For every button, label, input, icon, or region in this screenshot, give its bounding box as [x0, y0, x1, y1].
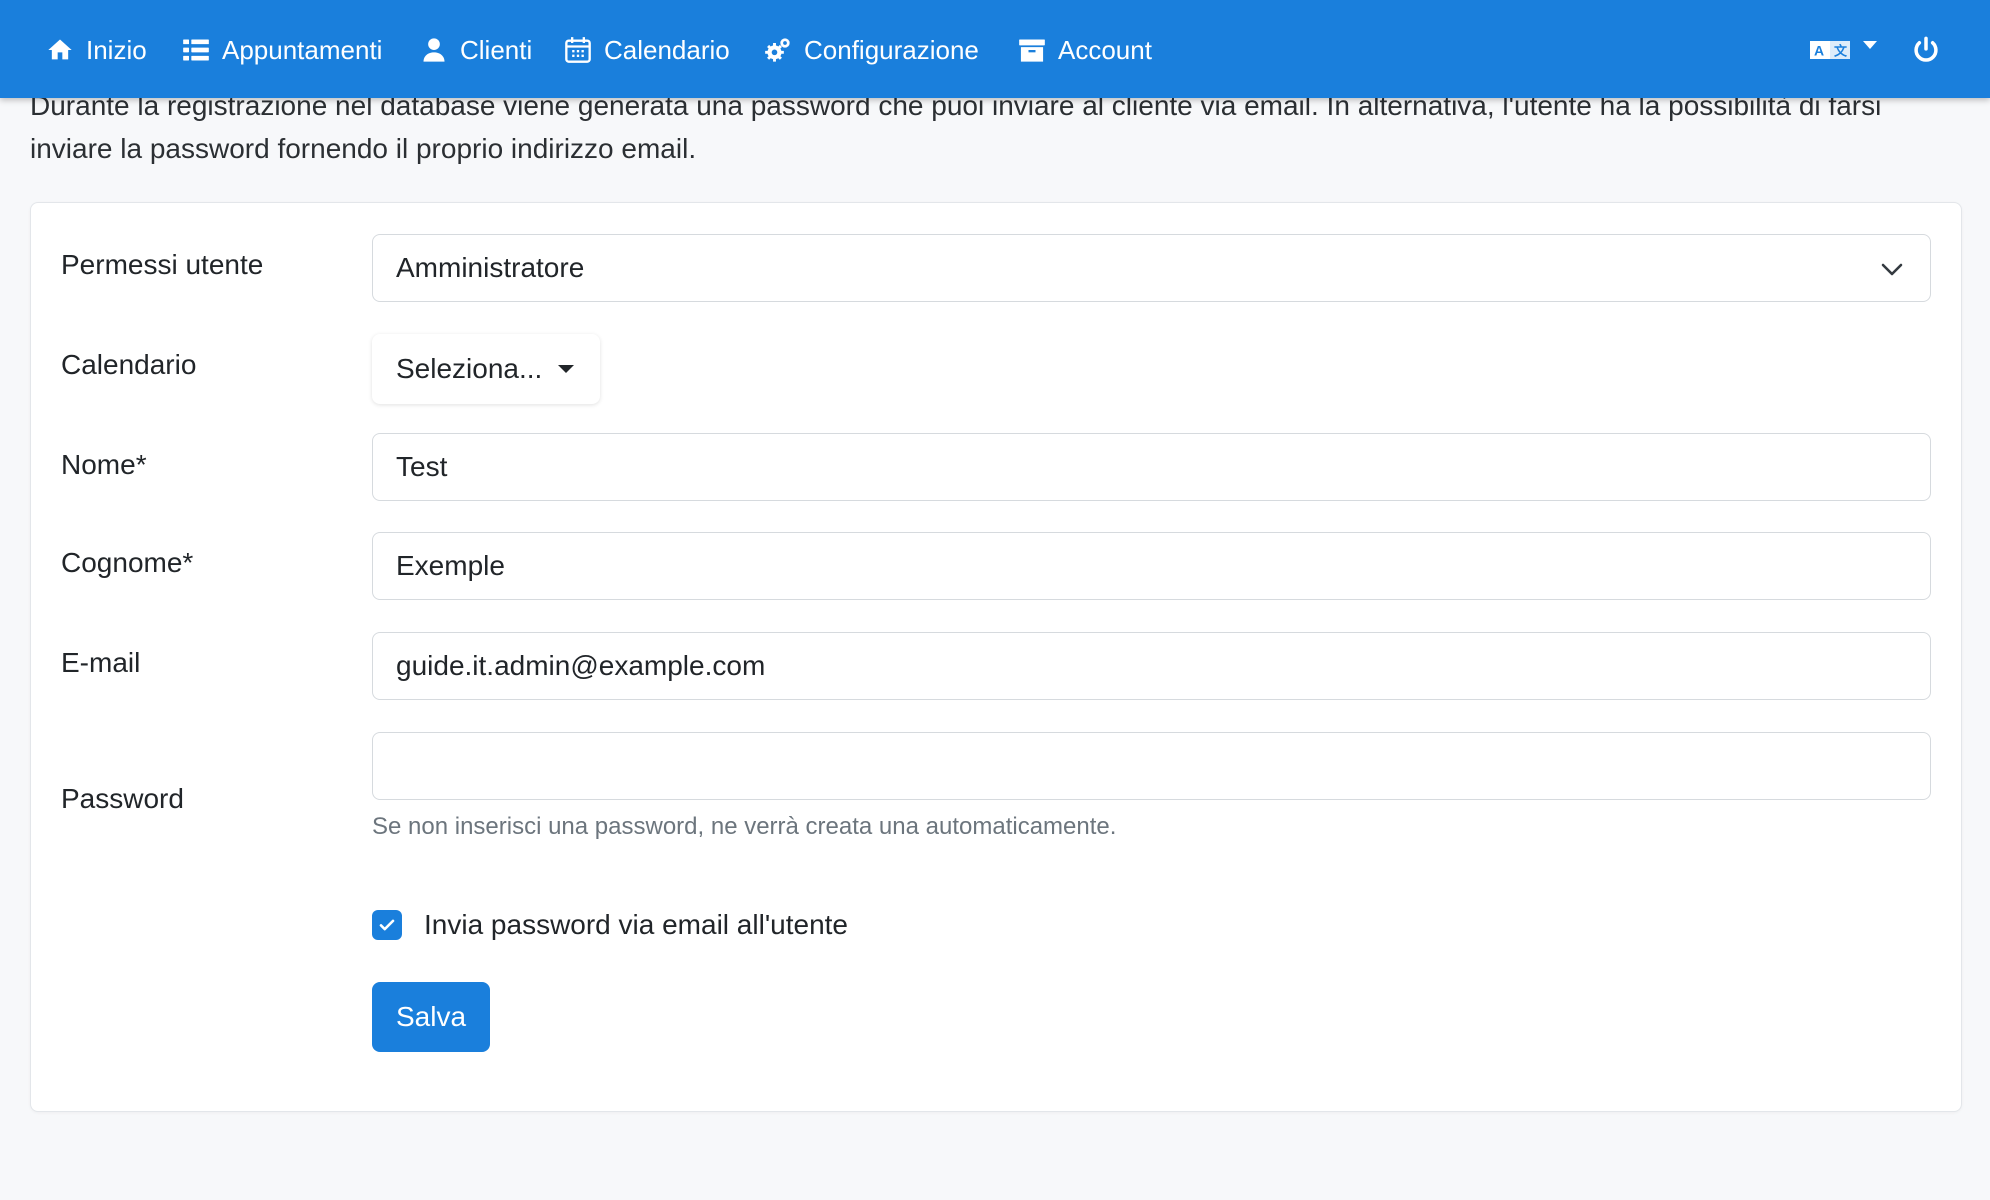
archive-icon [1019, 39, 1045, 62]
svg-text:文: 文 [1834, 44, 1848, 59]
nav-item-label: Configurazione [804, 34, 979, 65]
nav-item-configurazione[interactable]: Configurazione [764, 28, 979, 72]
nav-item-label: Account [1058, 34, 1152, 65]
permissions-select[interactable]: Amministratore [372, 234, 1931, 302]
user-form-card: Permessi utente Amministratore Calendari… [30, 202, 1962, 1112]
check-icon [379, 919, 395, 931]
nav-item-account[interactable]: Account [1018, 28, 1152, 72]
chevron-down-icon [1881, 263, 1903, 276]
top-navbar: Inizio Appuntamenti Clienti Calendario C… [0, 0, 1990, 98]
caret-down-icon [1863, 41, 1877, 49]
nav-item-label: Calendario [604, 34, 730, 65]
calendar-icon [565, 37, 591, 63]
language-selector[interactable]: A文 [1810, 28, 1878, 72]
calendar-label: Calendario [61, 349, 197, 380]
calendar-dropdown-value: Seleziona... [396, 353, 543, 384]
svg-text:A: A [1814, 43, 1824, 59]
email-label: E-mail [61, 647, 141, 678]
language-icon: A文 [1810, 41, 1850, 59]
permissions-value: Amministratore [396, 252, 585, 283]
list-icon [183, 39, 209, 61]
nav-item-label: Appuntamenti [222, 34, 383, 65]
caret-down-icon [558, 365, 575, 373]
permissions-label: Permessi utente [61, 249, 264, 280]
user-icon [423, 38, 445, 62]
first-name-label: Nome* [61, 449, 147, 480]
send-password-checkbox-row[interactable]: Invia password via email all'utente [372, 909, 848, 941]
last-name-input[interactable] [372, 532, 1931, 600]
home-icon [48, 39, 72, 60]
nav-item-clienti[interactable]: Clienti [420, 28, 532, 72]
email-input[interactable] [372, 632, 1931, 700]
cogs-icon [765, 38, 790, 62]
nav-item-appuntamenti[interactable]: Appuntamenti [182, 28, 382, 72]
send-password-checkbox[interactable] [372, 910, 402, 940]
calendar-dropdown[interactable]: Seleziona... [372, 334, 600, 404]
power-icon [1914, 36, 1938, 62]
save-button[interactable]: Salva [372, 982, 490, 1052]
password-input[interactable] [372, 732, 1931, 800]
nav-item-label: Clienti [460, 34, 533, 65]
nav-item-inizio[interactable]: Inizio [46, 28, 147, 72]
send-password-label: Invia password via email all'utente [424, 909, 849, 940]
password-label: Password [61, 783, 184, 814]
password-help-text: Se non inserisci una password, ne verrà … [372, 813, 1117, 840]
first-name-input[interactable] [372, 433, 1931, 501]
logout-button[interactable] [1912, 28, 1940, 72]
nav-item-label: Inizio [86, 34, 147, 65]
last-name-label: Cognome* [61, 547, 194, 578]
nav-item-calendario[interactable]: Calendario [564, 28, 730, 72]
